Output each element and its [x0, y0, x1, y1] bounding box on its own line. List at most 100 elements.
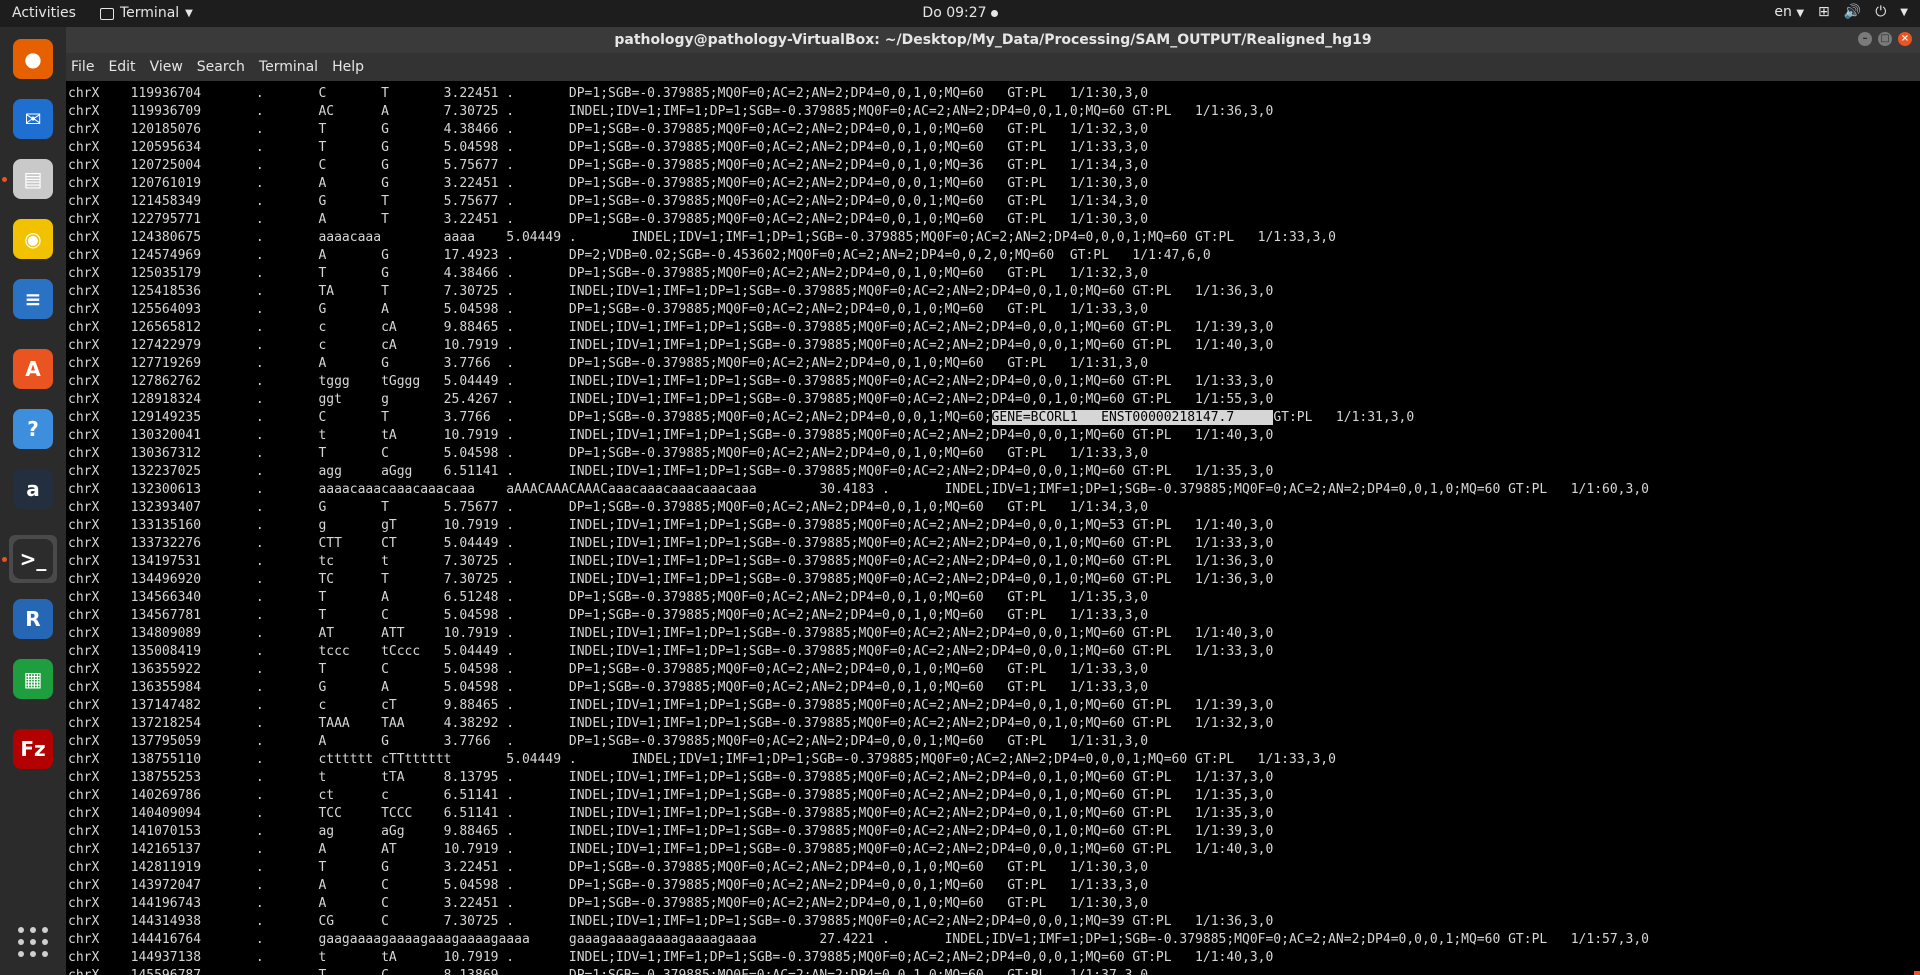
- terminal-line: chrX 137795059 . A G 3.7766 . DP=1;SGB=-…: [68, 734, 1149, 749]
- volume-icon[interactable]: 🔊: [1844, 4, 1861, 20]
- terminal-line: chrX 129149235 . C T 3.7766 . DP=1;SGB=-…: [68, 410, 1414, 425]
- filezilla-icon: Fz: [13, 729, 53, 769]
- menu-edit[interactable]: Edit: [108, 59, 135, 75]
- maximize-button[interactable]: □: [1878, 32, 1892, 46]
- language-indicator[interactable]: en ▼: [1774, 4, 1804, 20]
- terminal-line: chrX 144196743 . A C 3.22451 . DP=1;SGB=…: [68, 896, 1149, 911]
- thunderbird-icon: ✉: [13, 99, 53, 139]
- files-launcher[interactable]: ▤: [9, 155, 57, 203]
- terminal-output[interactable]: chrX 119936704 . C T 3.22451 . DP=1;SGB=…: [66, 81, 1920, 975]
- terminal-line: chrX 119936709 . AC A 7.30725 . INDEL;ID…: [68, 104, 1274, 119]
- terminal-line: chrX 133732276 . CTT CT 5.04449 . INDEL;…: [68, 536, 1274, 551]
- terminal-line-text: GT:PL 1/1:31,3,0: [1273, 410, 1415, 425]
- terminal-line: chrX 142811919 . T G 3.22451 . DP=1;SGB=…: [68, 860, 1149, 875]
- help-launcher[interactable]: ?: [9, 405, 57, 453]
- terminal-line: chrX 124380675 . aaaacaaa aaaa 5.04449 .…: [68, 230, 1336, 245]
- chevron-down-icon[interactable]: ▼: [1900, 7, 1908, 18]
- software-icon: A: [13, 349, 53, 389]
- terminal-line: chrX 133135160 . g gT 10.7919 . INDEL;ID…: [68, 518, 1274, 533]
- menu-file[interactable]: File: [71, 59, 94, 75]
- firefox-launcher[interactable]: ●: [9, 35, 57, 83]
- terminal-line-text: chrX 129149235 . C T 3.7766 . DP=1;SGB=-…: [68, 410, 992, 425]
- terminal-line: chrX 120185076 . T G 4.38466 . DP=1;SGB=…: [68, 122, 1149, 137]
- terminal-line: chrX 134809089 . AT ATT 10.7919 . INDEL;…: [68, 626, 1274, 641]
- terminal-small-icon: [100, 8, 114, 20]
- terminal-line: chrX 120595634 . T G 5.04598 . DP=1;SGB=…: [68, 140, 1149, 155]
- terminal-line: chrX 142165137 . A AT 10.7919 . INDEL;ID…: [68, 842, 1274, 857]
- running-indicator-icon: [2, 177, 7, 182]
- writer-icon: ≡: [13, 279, 53, 319]
- terminal-line: chrX 132300613 . aaaacaaacaaacaaacaaa aA…: [68, 482, 1649, 497]
- minimize-button[interactable]: –: [1858, 32, 1872, 46]
- menu-terminal[interactable]: Terminal: [259, 59, 318, 75]
- terminal-line: chrX 127719269 . A G 3.7766 . DP=1;SGB=-…: [68, 356, 1149, 371]
- terminal-line: chrX 125564093 . G A 5.04598 . DP=1;SGB=…: [68, 302, 1149, 317]
- network-icon[interactable]: ⊞: [1818, 4, 1830, 20]
- chevron-down-icon: ▼: [1796, 8, 1805, 19]
- firefox-icon: ●: [13, 39, 53, 79]
- app-menu-label: Terminal: [120, 5, 180, 21]
- terminal-line: chrX 130320041 . t tA 10.7919 . INDEL;ID…: [68, 428, 1274, 443]
- system-tray: en ▼ ⊞ 🔊 ⏻ ▼: [1774, 4, 1908, 20]
- close-button[interactable]: ×: [1898, 32, 1912, 46]
- terminal-text: chrX 119936704 . C T 3.22451 . DP=1;SGB=…: [66, 85, 1920, 975]
- terminal-line: chrX 132393407 . G T 5.75677 . DP=1;SGB=…: [68, 500, 1149, 515]
- terminal-line: chrX 137147482 . c cT 9.88465 . INDEL;ID…: [68, 698, 1274, 713]
- clock-label[interactable]: Do 09:27: [922, 5, 986, 21]
- clock: Do 09:27: [0, 5, 1920, 21]
- terminal-line: chrX 137218254 . TAAA TAA 4.38292 . INDE…: [68, 716, 1274, 731]
- power-icon[interactable]: ⏻: [1875, 4, 1886, 20]
- amazon-launcher[interactable]: a: [9, 465, 57, 513]
- menu-help[interactable]: Help: [332, 59, 364, 75]
- window-titlebar[interactable]: pathology@pathology-VirtualBox: ~/Deskto…: [66, 27, 1920, 53]
- chevron-down-icon: ▼: [185, 7, 193, 19]
- terminal-line: chrX 125035179 . T G 4.38466 . DP=1;SGB=…: [68, 266, 1149, 281]
- language-label: en: [1774, 4, 1792, 20]
- terminal-line: chrX 143972047 . A C 5.04598 . DP=1;SGB=…: [68, 878, 1149, 893]
- menu-bar: File Edit View Search Terminal Help: [66, 53, 1920, 81]
- terminal-line: chrX 132237025 . agg aGgg 6.51141 . INDE…: [68, 464, 1274, 479]
- amazon-icon: a: [13, 469, 53, 509]
- terminal-line: chrX 141070153 . ag aGg 9.88465 . INDEL;…: [68, 824, 1274, 839]
- software-launcher[interactable]: A: [9, 345, 57, 393]
- show-applications-icon[interactable]: [16, 925, 50, 959]
- terminal-line: chrX 136355922 . T C 5.04598 . DP=1;SGB=…: [68, 662, 1149, 677]
- terminal-line: chrX 126565812 . c cA 9.88465 . INDEL;ID…: [68, 320, 1274, 335]
- calc-launcher[interactable]: ▦: [9, 655, 57, 703]
- terminal-icon: >_: [13, 539, 53, 579]
- writer-launcher[interactable]: ≡: [9, 275, 57, 323]
- terminal-line: chrX 144937138 . t tA 10.7919 . INDEL;ID…: [68, 950, 1274, 965]
- rhythmbox-launcher[interactable]: ◉: [9, 215, 57, 263]
- rhythmbox-icon: ◉: [13, 219, 53, 259]
- menu-search[interactable]: Search: [197, 59, 245, 75]
- terminal-line: chrX 134197531 . tc t 7.30725 . INDEL;ID…: [68, 554, 1274, 569]
- terminal-line: chrX 140409094 . TCC TCCC 6.51141 . INDE…: [68, 806, 1274, 821]
- terminal-launcher[interactable]: >_: [9, 535, 57, 583]
- selected-text[interactable]: GENE=BCORL1 ENST00000218147.7: [991, 410, 1274, 425]
- terminal-line: chrX 136355984 . G A 5.04598 . DP=1;SGB=…: [68, 680, 1149, 695]
- terminal-line: chrX 120761019 . A G 3.22451 . DP=1;SGB=…: [68, 176, 1149, 191]
- window-title: pathology@pathology-VirtualBox: ~/Deskto…: [614, 32, 1372, 48]
- menu-view[interactable]: View: [150, 59, 183, 75]
- terminal-line: chrX 145596787 . T C 8.13869 . DP=1;SGB=…: [68, 968, 1148, 975]
- dock: ● ✉ ▤ ◉ ≡ A? a >_ R ▦ Fz: [0, 27, 66, 975]
- terminal-line: chrX 121458349 . G T 5.75677 . DP=1;SGB=…: [68, 194, 1149, 209]
- terminal-line: chrX 125418536 . TA T 7.30725 . INDEL;ID…: [68, 284, 1274, 299]
- activities-button[interactable]: Activities: [12, 5, 76, 21]
- terminal-line: chrX 134496920 . TC T 7.30725 . INDEL;ID…: [68, 572, 1274, 587]
- thunderbird-launcher[interactable]: ✉: [9, 95, 57, 143]
- terminal-line: chrX 134567781 . T C 5.04598 . DP=1;SGB=…: [68, 608, 1149, 623]
- terminal-line: chrX 140269786 . ct c 6.51141 . INDEL;ID…: [68, 788, 1274, 803]
- terminal-line: chrX 124574969 . A G 17.4923 . DP=2;VDB=…: [68, 248, 1211, 263]
- r-launcher[interactable]: R: [9, 595, 57, 643]
- r-icon: R: [13, 599, 53, 639]
- files-icon: ▤: [13, 159, 53, 199]
- scrollbar-thumb[interactable]: [1914, 971, 1920, 975]
- terminal-line: chrX 128918324 . ggt g 25.4267 . INDEL;I…: [68, 392, 1274, 407]
- app-menu[interactable]: Terminal ▼: [100, 5, 193, 21]
- filezilla-launcher[interactable]: Fz: [9, 725, 57, 773]
- terminal-line: chrX 122795771 . A T 3.22451 . DP=1;SGB=…: [68, 212, 1149, 227]
- terminal-line: chrX 127862762 . tggg tGggg 5.04449 . IN…: [68, 374, 1274, 389]
- terminal-line: chrX 119936704 . C T 3.22451 . DP=1;SGB=…: [68, 86, 1149, 101]
- terminal-window: pathology@pathology-VirtualBox: ~/Deskto…: [66, 27, 1920, 975]
